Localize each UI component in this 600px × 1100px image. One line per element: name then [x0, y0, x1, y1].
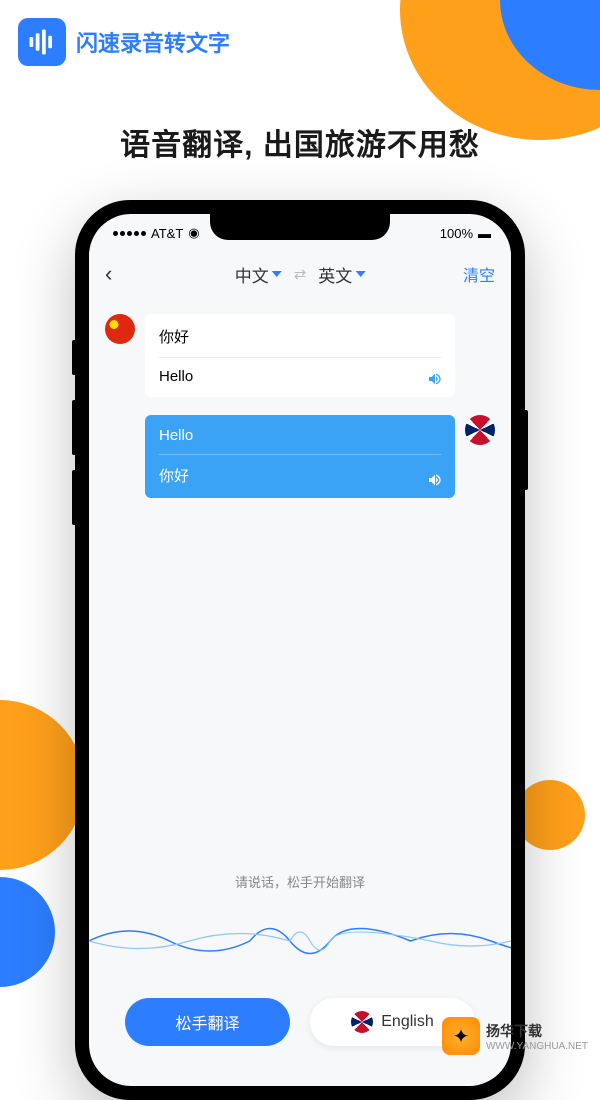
bg-blob-orange-right — [515, 780, 585, 850]
carrier-label: AT&T — [151, 226, 183, 241]
message-incoming: Hello 你好 — [105, 415, 495, 498]
lang-to-label: 英文 — [318, 262, 352, 287]
phone-notch — [210, 214, 390, 240]
uk-flag-icon — [465, 415, 495, 445]
message-bubble[interactable]: 你好 Hello — [145, 314, 455, 397]
tagline: 语音翻译, 出国旅游不用愁 — [0, 120, 600, 164]
chevron-down-icon — [272, 271, 282, 277]
brand-name: 闪速录音转文字 — [76, 26, 230, 58]
lang-from-dropdown[interactable]: 中文 — [235, 262, 282, 287]
speaker-icon[interactable] — [427, 371, 443, 387]
phone-mockup: AT&T ◉ 9:41 AM 100% ▬ ‹ 中文 ⇄ 英文 — [75, 200, 525, 1100]
clear-button[interactable]: 清空 — [463, 262, 495, 286]
target-text: Hello — [159, 368, 441, 385]
brand-logo-icon — [18, 18, 66, 66]
nav-bar: ‹ 中文 ⇄ 英文 清空 — [89, 252, 511, 296]
source-text: 你好 — [159, 326, 441, 347]
china-flag-icon — [105, 314, 135, 344]
battery-icon: ▬ — [478, 226, 491, 241]
bg-blob-blue-left — [0, 877, 55, 987]
speaker-icon[interactable] — [427, 472, 443, 488]
bg-blob-orange-left — [0, 700, 85, 870]
recording-hint: 请说话，松手开始翻译 — [89, 872, 511, 891]
uk-flag-icon — [351, 1011, 373, 1033]
battery-label: 100% — [440, 226, 473, 241]
source-text: Hello — [159, 427, 441, 444]
back-button[interactable]: ‹ — [105, 261, 112, 287]
phone-screen: AT&T ◉ 9:41 AM 100% ▬ ‹ 中文 ⇄ 英文 — [89, 214, 511, 1086]
release-button-label: 松手翻译 — [175, 1010, 239, 1034]
brand-header: 闪速录音转文字 — [18, 18, 230, 66]
release-translate-button[interactable]: 松手翻译 — [125, 998, 290, 1046]
watermark-url: WWW.YANGHUA.NET — [486, 1041, 588, 1052]
language-selector: 中文 ⇄ 英文 — [235, 262, 366, 287]
message-outgoing: 你好 Hello — [105, 314, 495, 397]
lang-to-dropdown[interactable]: 英文 — [318, 262, 365, 287]
signal-icon — [113, 231, 146, 236]
chat-area: 你好 Hello Hello 你好 — [89, 296, 511, 534]
target-text: 你好 — [159, 465, 441, 486]
waveform-visualization — [89, 911, 511, 971]
watermark-logo-icon: ✦ — [442, 1017, 480, 1055]
swap-languages-icon[interactable]: ⇄ — [294, 265, 307, 283]
lang-from-label: 中文 — [235, 262, 269, 287]
watermark: ✦ 扬华下载 WWW.YANGHUA.NET — [442, 1017, 588, 1055]
english-button-label: English — [381, 1013, 433, 1031]
message-bubble[interactable]: Hello 你好 — [145, 415, 455, 498]
watermark-name: 扬华下载 — [486, 1021, 588, 1041]
chevron-down-icon — [355, 271, 365, 277]
wifi-icon: ◉ — [188, 225, 199, 241]
